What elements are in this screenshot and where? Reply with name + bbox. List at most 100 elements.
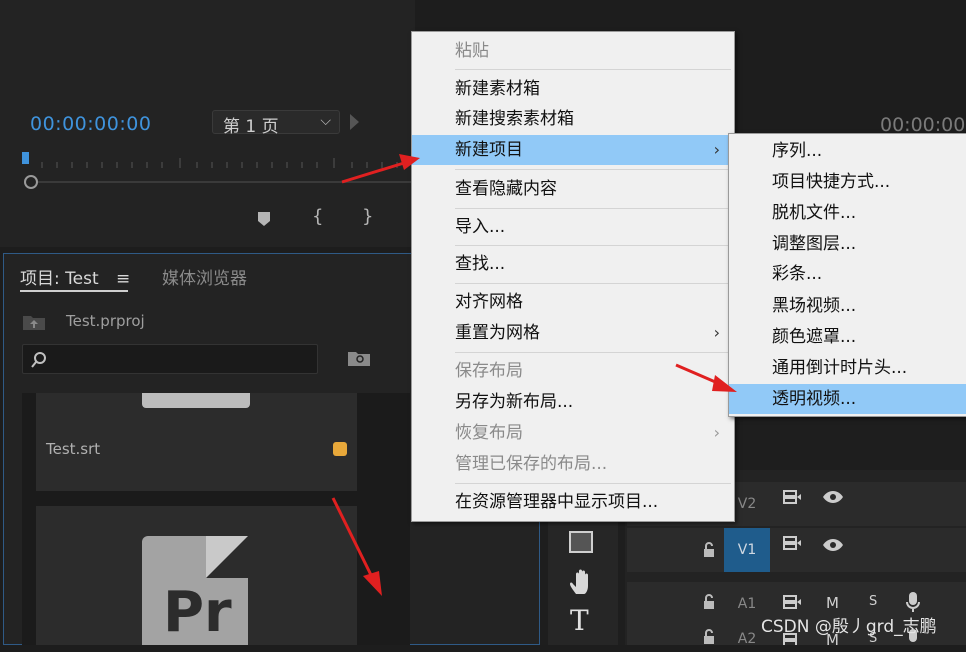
menu-separator bbox=[455, 352, 731, 353]
search-icon bbox=[31, 352, 46, 368]
menu-item-view-hidden[interactable]: 查看隐藏内容 bbox=[412, 174, 732, 204]
menu-item-new-search-bin[interactable]: 新建搜索素材箱 bbox=[412, 104, 732, 134]
menu-item-label: 重置为网格 bbox=[455, 323, 540, 343]
submenu-item-black-video[interactable]: 黑场视频... bbox=[729, 291, 966, 321]
type-tool-icon[interactable]: T bbox=[570, 604, 589, 637]
solo-toggle[interactable]: S bbox=[869, 594, 877, 609]
page-select-value: 第 1 页 bbox=[223, 117, 279, 137]
menu-item-label: 透明视频... bbox=[772, 389, 857, 409]
tab-project[interactable]: 项目: Test ≡ bbox=[20, 264, 130, 289]
menu-item-label: 查找... bbox=[455, 254, 506, 274]
page-select-dropdown[interactable]: 第 1 页 ⌵ bbox=[212, 110, 340, 137]
menu-item-label: 新建项目 bbox=[455, 140, 523, 160]
menu-separator bbox=[455, 283, 731, 284]
rectangle-tool-icon[interactable] bbox=[569, 531, 595, 555]
mark-out-icon[interactable]: } bbox=[362, 206, 373, 227]
menu-separator bbox=[455, 69, 731, 70]
scrub-handle[interactable] bbox=[24, 175, 38, 189]
eye-icon[interactable] bbox=[822, 538, 844, 552]
chevron-right-icon: › bbox=[713, 423, 720, 442]
menu-item-label: 新建素材箱 bbox=[455, 79, 540, 99]
menu-separator bbox=[455, 245, 731, 246]
menu-item-label: 颜色遮罩... bbox=[772, 327, 857, 347]
menu-item-label: 查看隐藏内容 bbox=[455, 179, 557, 199]
menu-item-label: 彩条... bbox=[772, 264, 823, 284]
project-file-name: Test.prproj bbox=[66, 312, 145, 330]
menu-item-label: 在资源管理器中显示项目... bbox=[455, 492, 659, 512]
menu-item-reveal-in-explorer[interactable]: 在资源管理器中显示项目... bbox=[412, 487, 732, 517]
time-ruler[interactable] bbox=[22, 150, 415, 172]
context-menu: 粘贴 新建素材箱 新建搜索素材箱 新建项目 › 查看隐藏内容 导入... 查找.… bbox=[411, 31, 735, 522]
menu-item-label: 保存布局 bbox=[455, 361, 523, 381]
menu-item-find[interactable]: 查找... bbox=[412, 249, 732, 279]
menu-item-label: 对齐网格 bbox=[455, 292, 523, 312]
submenu-item-color-matte[interactable]: 颜色遮罩... bbox=[729, 322, 966, 352]
mute-toggle[interactable]: M bbox=[826, 594, 839, 612]
document-fold bbox=[206, 536, 248, 578]
panel-menu-icon[interactable]: ≡ bbox=[116, 269, 130, 289]
submenu-item-countdown-leader[interactable]: 通用倒计时片头... bbox=[729, 353, 966, 383]
submenu-item-adjustment-layer[interactable]: 调整图层... bbox=[729, 229, 966, 259]
tab-active-underline bbox=[20, 290, 128, 292]
hand-tool-icon[interactable] bbox=[568, 568, 596, 596]
menu-item-label: 通用倒计时片头... bbox=[772, 358, 908, 378]
eye-icon[interactable] bbox=[822, 490, 844, 504]
menu-item-label: 新建搜索素材箱 bbox=[455, 109, 574, 129]
scrub-bar[interactable] bbox=[30, 181, 415, 183]
sync-lock-icon[interactable] bbox=[783, 594, 803, 610]
menu-item-label: 脱机文件... bbox=[772, 203, 857, 223]
menu-item-restore-layout[interactable]: 恢复布局 › bbox=[412, 418, 732, 448]
search-input[interactable] bbox=[22, 344, 318, 374]
menu-item-new-item[interactable]: 新建项目 › bbox=[412, 135, 732, 165]
menu-item-label: 另存为新布局... bbox=[455, 392, 574, 412]
find-bin-icon[interactable] bbox=[347, 349, 371, 367]
chevron-right-icon: › bbox=[713, 140, 720, 159]
menu-item-new-bin[interactable]: 新建素材箱 bbox=[412, 74, 732, 104]
new-item-submenu: 序列... 项目快捷方式... 脱机文件... 调整图层... 彩条... 黑场… bbox=[728, 133, 966, 417]
track-label-v1[interactable]: V1 bbox=[724, 528, 770, 572]
source-timecode[interactable]: 00:00:00:00 bbox=[30, 113, 151, 135]
submenu-item-transparent-video[interactable]: 透明视频... bbox=[729, 384, 966, 414]
menu-separator bbox=[455, 169, 731, 170]
menu-item-label: 粘贴 bbox=[455, 41, 489, 61]
chevron-right-icon: › bbox=[713, 323, 720, 342]
tab-media-browser[interactable]: 媒体浏览器 bbox=[162, 264, 247, 289]
add-marker-icon[interactable] bbox=[256, 210, 272, 228]
menu-item-label: 项目快捷方式... bbox=[772, 172, 891, 192]
microphone-icon[interactable] bbox=[906, 591, 920, 613]
tab-project-label: 项目: Test bbox=[20, 269, 99, 289]
menu-item-save-layout[interactable]: 保存布局 bbox=[412, 356, 732, 386]
menu-item-label: 管理已保存的布局... bbox=[455, 454, 608, 474]
premiere-logo-text: Pr bbox=[163, 580, 232, 645]
submenu-item-project-shortcut[interactable]: 项目快捷方式... bbox=[729, 167, 966, 197]
sync-lock-icon[interactable] bbox=[783, 535, 803, 551]
menu-item-label: 黑场视频... bbox=[772, 296, 857, 316]
submenu-item-sequence[interactable]: 序列... bbox=[729, 136, 966, 166]
submenu-item-bars-tone[interactable]: 彩条... bbox=[729, 259, 966, 289]
menu-item-import[interactable]: 导入... bbox=[412, 212, 732, 242]
menu-item-paste[interactable]: 粘贴 bbox=[412, 36, 732, 66]
chevron-down-icon: ⌵ bbox=[320, 113, 331, 129]
play-arrow-icon[interactable] bbox=[350, 114, 359, 130]
menu-item-label: 调整图层... bbox=[772, 234, 857, 254]
menu-item-reset-grid[interactable]: 重置为网格 › bbox=[412, 318, 732, 348]
thumbnail-preview bbox=[142, 393, 250, 408]
menu-item-manage-layouts[interactable]: 管理已保存的布局... bbox=[412, 449, 732, 479]
menu-item-save-as-layout[interactable]: 另存为新布局... bbox=[412, 387, 732, 417]
menu-item-label: 序列... bbox=[772, 141, 823, 161]
item-name: Test.srt bbox=[46, 440, 101, 458]
lock-icon[interactable] bbox=[701, 594, 717, 610]
parent-bin-icon[interactable] bbox=[22, 313, 46, 331]
submenu-item-offline-file[interactable]: 脱机文件... bbox=[729, 198, 966, 228]
menu-separator bbox=[455, 208, 731, 209]
lock-icon[interactable] bbox=[701, 629, 717, 645]
watermark-text: CSDN @殷丿grd_志鹏 bbox=[761, 617, 937, 637]
lock-icon[interactable] bbox=[701, 542, 717, 558]
mark-in-icon[interactable]: { bbox=[312, 206, 323, 227]
label-color-badge[interactable] bbox=[333, 442, 347, 456]
menu-item-label: 恢复布局 bbox=[455, 423, 523, 443]
menu-separator bbox=[455, 483, 731, 484]
menu-item-align-grid[interactable]: 对齐网格 bbox=[412, 287, 732, 317]
menu-item-label: 导入... bbox=[455, 217, 506, 237]
sync-lock-icon[interactable] bbox=[783, 489, 803, 505]
